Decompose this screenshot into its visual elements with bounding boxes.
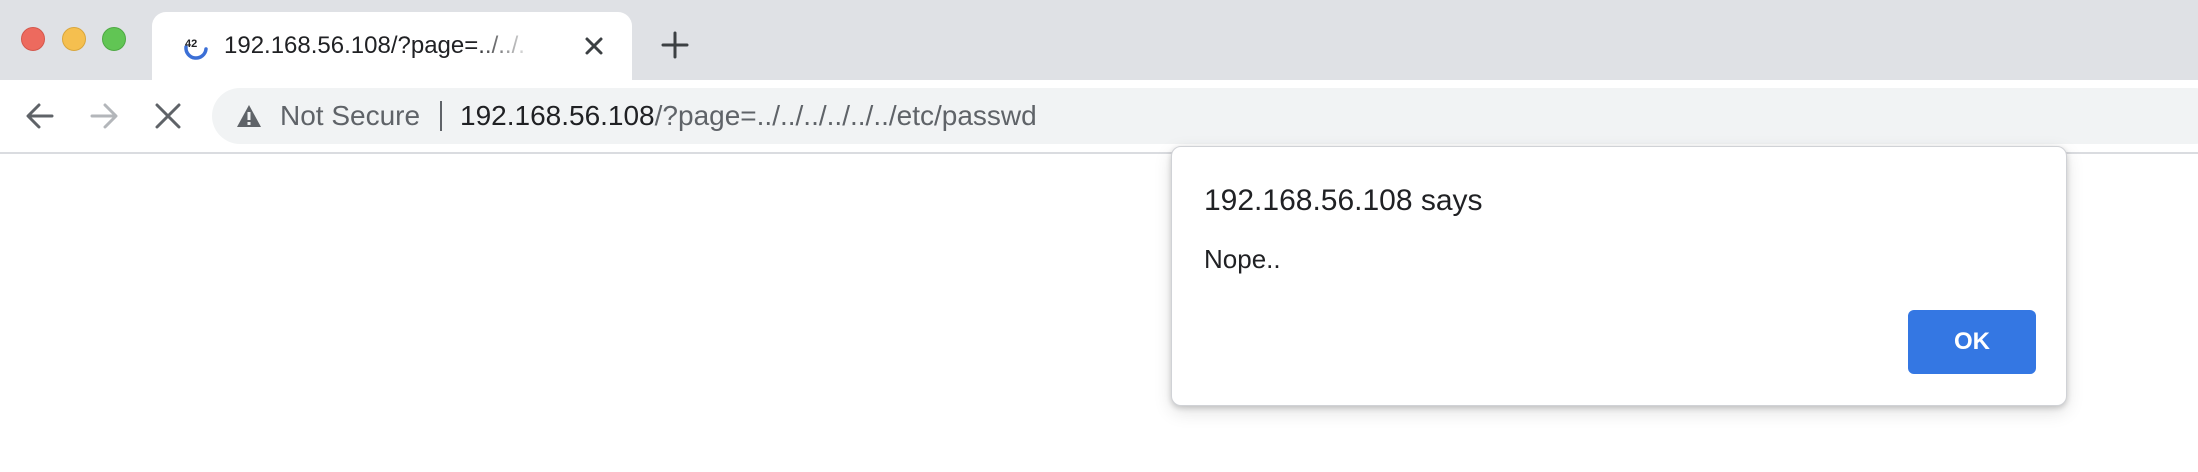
- window-close-button[interactable]: [21, 27, 45, 51]
- window-minimize-button[interactable]: [62, 27, 86, 51]
- ok-button[interactable]: OK: [1908, 310, 2036, 374]
- tab-strip: 42 192.168.56.108/?page=../../../../../.…: [0, 0, 2198, 80]
- close-icon[interactable]: [582, 34, 606, 58]
- dialog-title: 192.168.56.108 says: [1204, 184, 1483, 217]
- address-bar[interactable]: Not Secure 192.168.56.108/?page=../../..…: [212, 88, 2198, 144]
- address-divider: [440, 101, 442, 131]
- arrow-left-icon[interactable]: [22, 98, 58, 134]
- alert-dialog: 192.168.56.108 says Nope.. OK: [1171, 146, 2067, 406]
- warning-triangle-icon[interactable]: [236, 104, 262, 128]
- url-host: 192.168.56.108: [460, 100, 655, 131]
- 42-logo-icon: 42: [184, 38, 208, 60]
- svg-text:42: 42: [185, 38, 197, 50]
- plus-icon[interactable]: [660, 30, 690, 60]
- security-label[interactable]: Not Secure: [280, 100, 420, 132]
- browser-toolbar: Not Secure 192.168.56.108/?page=../../..…: [0, 80, 2198, 154]
- dialog-message: Nope..: [1204, 244, 1281, 274]
- url-path: /?page=../../../../../../etc/passwd: [654, 100, 1037, 131]
- window-maximize-button[interactable]: [102, 27, 126, 51]
- tab-title-fade: [474, 30, 534, 62]
- tab-active[interactable]: 42 192.168.56.108/?page=../../../../../.…: [152, 12, 632, 80]
- close-icon[interactable]: [150, 98, 186, 134]
- url-text[interactable]: 192.168.56.108/?page=../../../../../../e…: [460, 100, 1037, 132]
- arrow-right-icon[interactable]: [86, 98, 122, 134]
